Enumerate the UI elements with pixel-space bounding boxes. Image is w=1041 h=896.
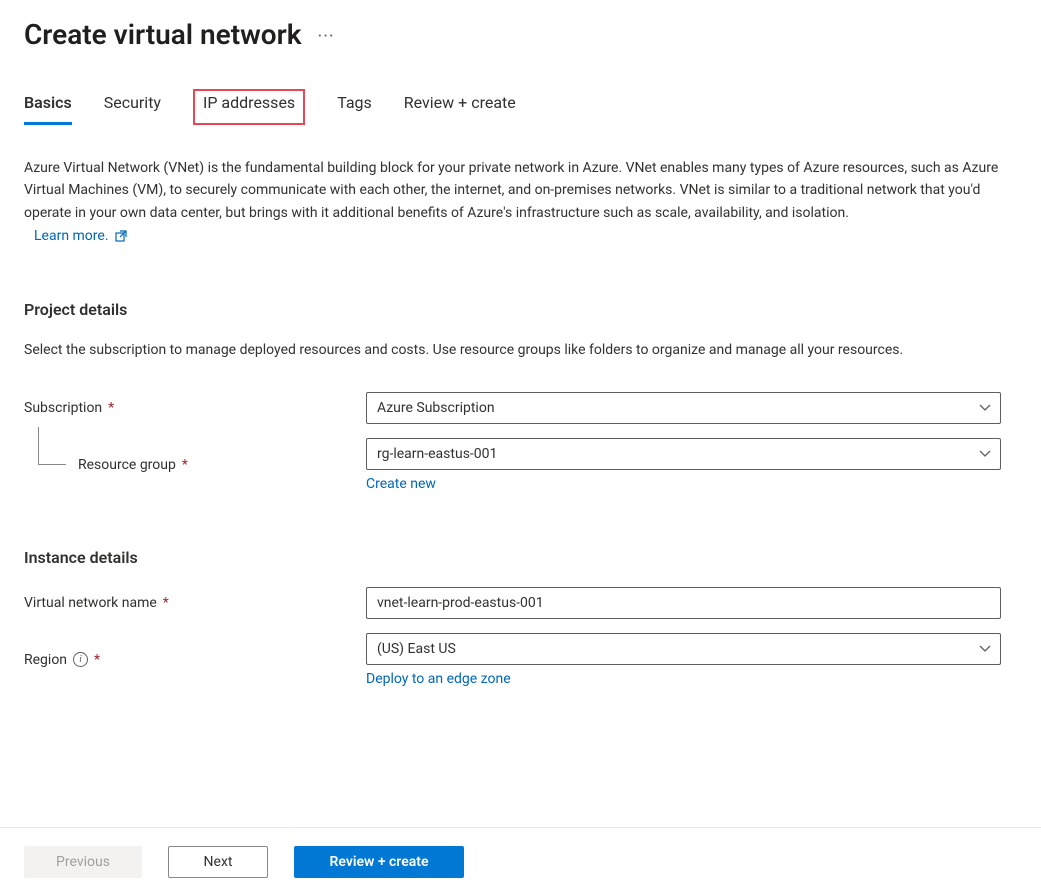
vnet-name-input[interactable]	[366, 587, 1001, 619]
indent-line	[38, 427, 66, 465]
subscription-label: Subscription *	[24, 400, 366, 416]
vnet-name-label-text: Virtual network name	[24, 595, 157, 611]
next-button[interactable]: Next	[168, 846, 268, 878]
resource-group-label: Resource group *	[24, 457, 366, 473]
vnet-name-label: Virtual network name *	[24, 595, 366, 611]
project-details-description: Select the subscription to manage deploy…	[24, 339, 1017, 361]
more-icon[interactable]: ···	[318, 26, 335, 47]
deploy-edge-zone-link[interactable]: Deploy to an edge zone	[366, 671, 511, 687]
intro-description: Azure Virtual Network (VNet) is the fund…	[24, 157, 1017, 224]
tabs: Basics Security IP addresses Tags Review…	[0, 51, 1041, 125]
tab-tags[interactable]: Tags	[337, 93, 372, 125]
previous-button: Previous	[24, 846, 142, 878]
learn-more-link[interactable]: Learn more.	[34, 228, 127, 244]
required-indicator: *	[108, 400, 114, 416]
region-select[interactable]	[366, 633, 1001, 665]
required-indicator: *	[163, 595, 169, 611]
external-link-icon	[115, 230, 127, 242]
required-indicator: *	[182, 457, 188, 473]
tab-ip-addresses[interactable]: IP addresses	[193, 89, 305, 125]
subscription-label-text: Subscription	[24, 400, 102, 416]
subscription-select[interactable]	[366, 392, 1001, 424]
review-create-button[interactable]: Review + create	[294, 846, 464, 878]
instance-details-title: Instance details	[24, 548, 1017, 567]
info-icon[interactable]: i	[73, 652, 88, 667]
region-label: Region i *	[24, 652, 366, 668]
tab-review-create[interactable]: Review + create	[404, 93, 516, 125]
footer: Previous Next Review + create	[0, 827, 1041, 896]
create-new-link[interactable]: Create new	[366, 476, 436, 492]
project-details-title: Project details	[24, 300, 1017, 319]
tab-basics[interactable]: Basics	[24, 93, 72, 125]
learn-more-label: Learn more.	[34, 228, 109, 244]
tab-security[interactable]: Security	[104, 93, 161, 125]
resource-group-select[interactable]	[366, 438, 1001, 470]
region-label-text: Region	[24, 652, 67, 668]
resource-group-label-text: Resource group	[78, 457, 176, 473]
required-indicator: *	[94, 652, 100, 668]
page-title: Create virtual network	[24, 18, 302, 51]
